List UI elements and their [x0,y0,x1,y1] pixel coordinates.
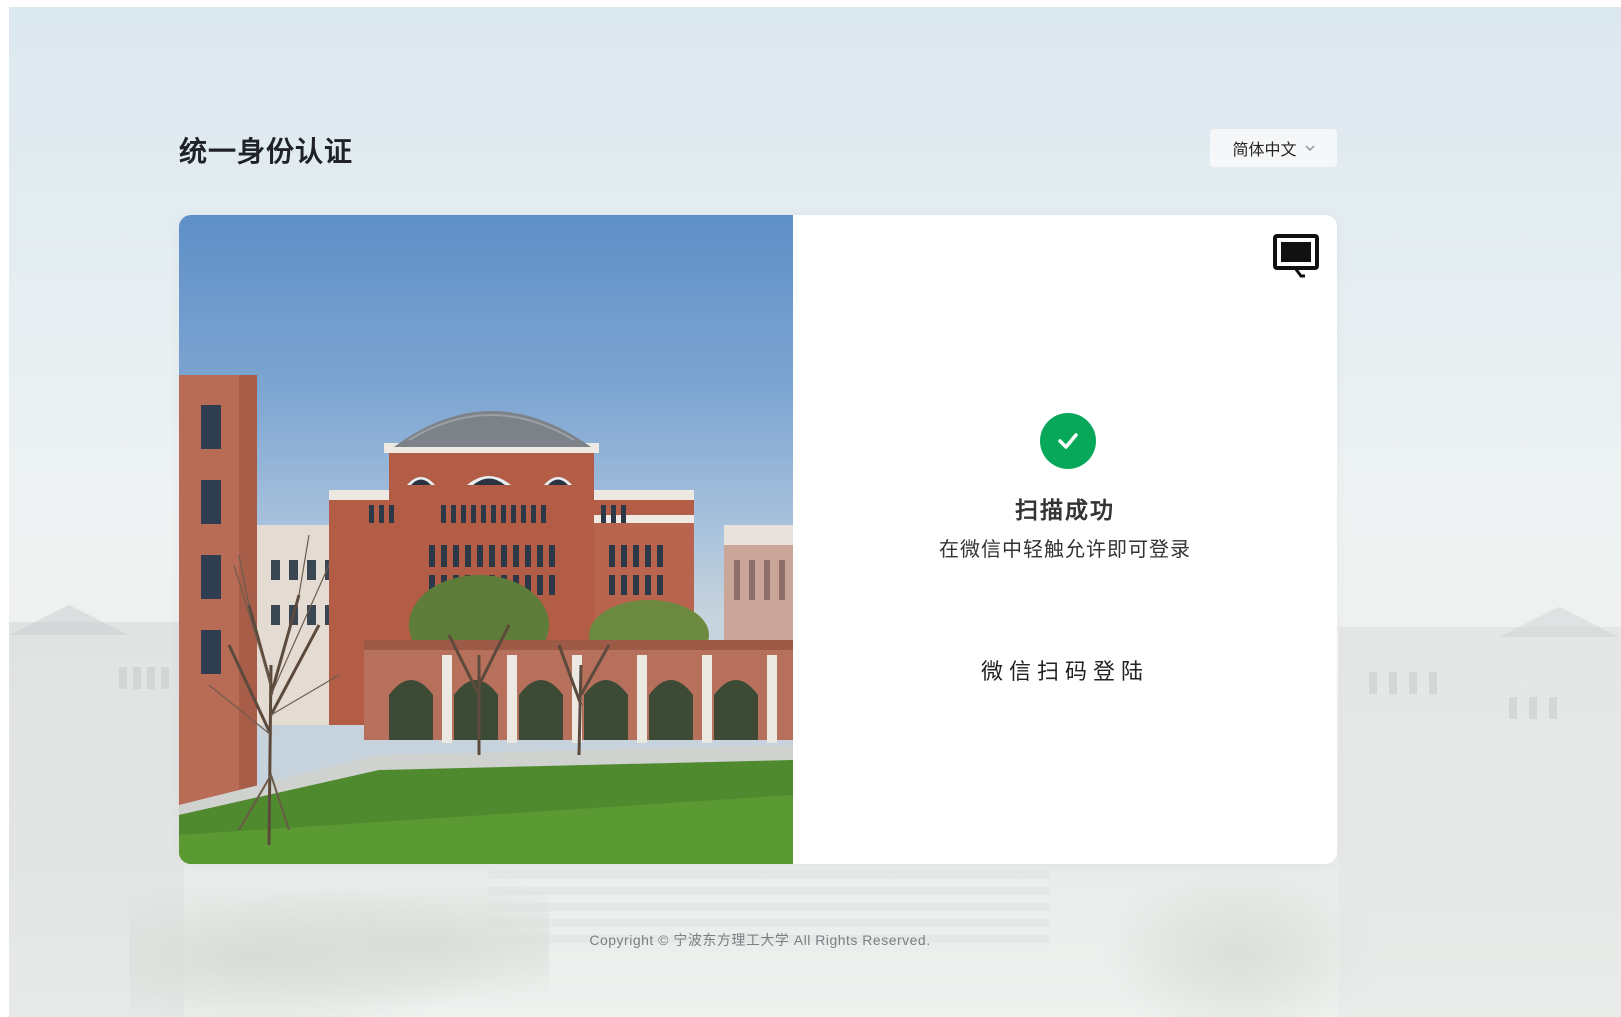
chevron-down-icon [1305,142,1315,154]
language-select[interactable]: 简体中文 [1210,129,1337,167]
page-title: 统一身份认证 [179,136,354,167]
scan-success-subtitle: 在微信中轻触允许即可登录 [939,537,1191,561]
check-circle-icon [1040,413,1096,469]
language-select-value: 简体中文 [1232,142,1297,159]
scan-success-title: 扫描成功 [1015,497,1115,524]
copyright-footer: Copyright © 宁波东方理工大学 All Rights Reserved… [589,932,931,948]
login-panel: 扫描成功 在微信中轻触允许即可登录 微信扫码登陆 [793,215,1337,864]
computer-monitor-icon[interactable] [1271,232,1321,282]
campus-photo [179,215,793,864]
wechat-login-title: 微信扫码登陆 [980,659,1149,684]
login-card: 扫描成功 在微信中轻触允许即可登录 微信扫码登陆 [179,215,1337,864]
